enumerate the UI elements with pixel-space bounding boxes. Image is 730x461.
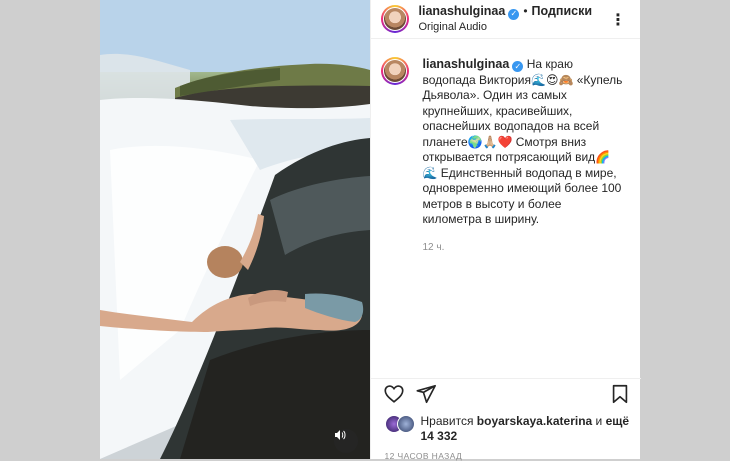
- verified-icon: ✓: [508, 8, 520, 20]
- author-username[interactable]: lianashulginaa: [419, 4, 506, 18]
- heart-icon[interactable]: [383, 383, 405, 405]
- caption-text: На краю водопада Виктория🌊😍🙈 «Купель Дья…: [422, 57, 623, 226]
- liker-username[interactable]: boyarskaya.katerina: [477, 414, 592, 428]
- post-date[interactable]: 12 ЧАСОВ НАЗАД: [385, 451, 463, 461]
- post-details: lianashulginaa ✓ • Подписки Original Audio …: [369, 0, 641, 461]
- caption-comment: lianashulginaa ✓ На краю водопада Виктори…: [371, 39, 641, 255]
- likes-prefix: Нравится: [420, 414, 474, 428]
- separator-dot: •: [523, 4, 528, 19]
- liker-avatars[interactable]: [384, 414, 417, 433]
- action-bar: [370, 378, 641, 413]
- following-button[interactable]: Подписки: [532, 4, 593, 18]
- more-options-icon[interactable]: ⋮: [610, 10, 626, 30]
- liker-avatar: [396, 415, 415, 433]
- speaker-icon: [334, 430, 345, 440]
- audio-link[interactable]: Original Audio: [419, 20, 593, 34]
- post-header: lianashulginaa ✓ • Подписки Original Audio …: [370, 0, 640, 39]
- bookmark-icon[interactable]: [609, 383, 631, 405]
- post-video[interactable]: [100, 0, 370, 459]
- avatar[interactable]: [380, 5, 409, 33]
- verified-icon: ✓: [512, 61, 524, 73]
- likes-row: Нравится boyarskaya.katerina и ещё 14 33…: [384, 414, 631, 444]
- mute-button[interactable]: [333, 429, 358, 453]
- caption-time[interactable]: 12 ч.: [423, 240, 623, 256]
- post-dialog: lianashulginaa ✓ • Подписки Original Audio …: [100, 0, 641, 461]
- caption-username[interactable]: lianashulginaa: [423, 57, 510, 71]
- caption-avatar[interactable]: [380, 57, 409, 85]
- video-frame: [100, 0, 370, 459]
- likes-middle: и: [595, 414, 603, 428]
- send-icon[interactable]: [415, 383, 437, 405]
